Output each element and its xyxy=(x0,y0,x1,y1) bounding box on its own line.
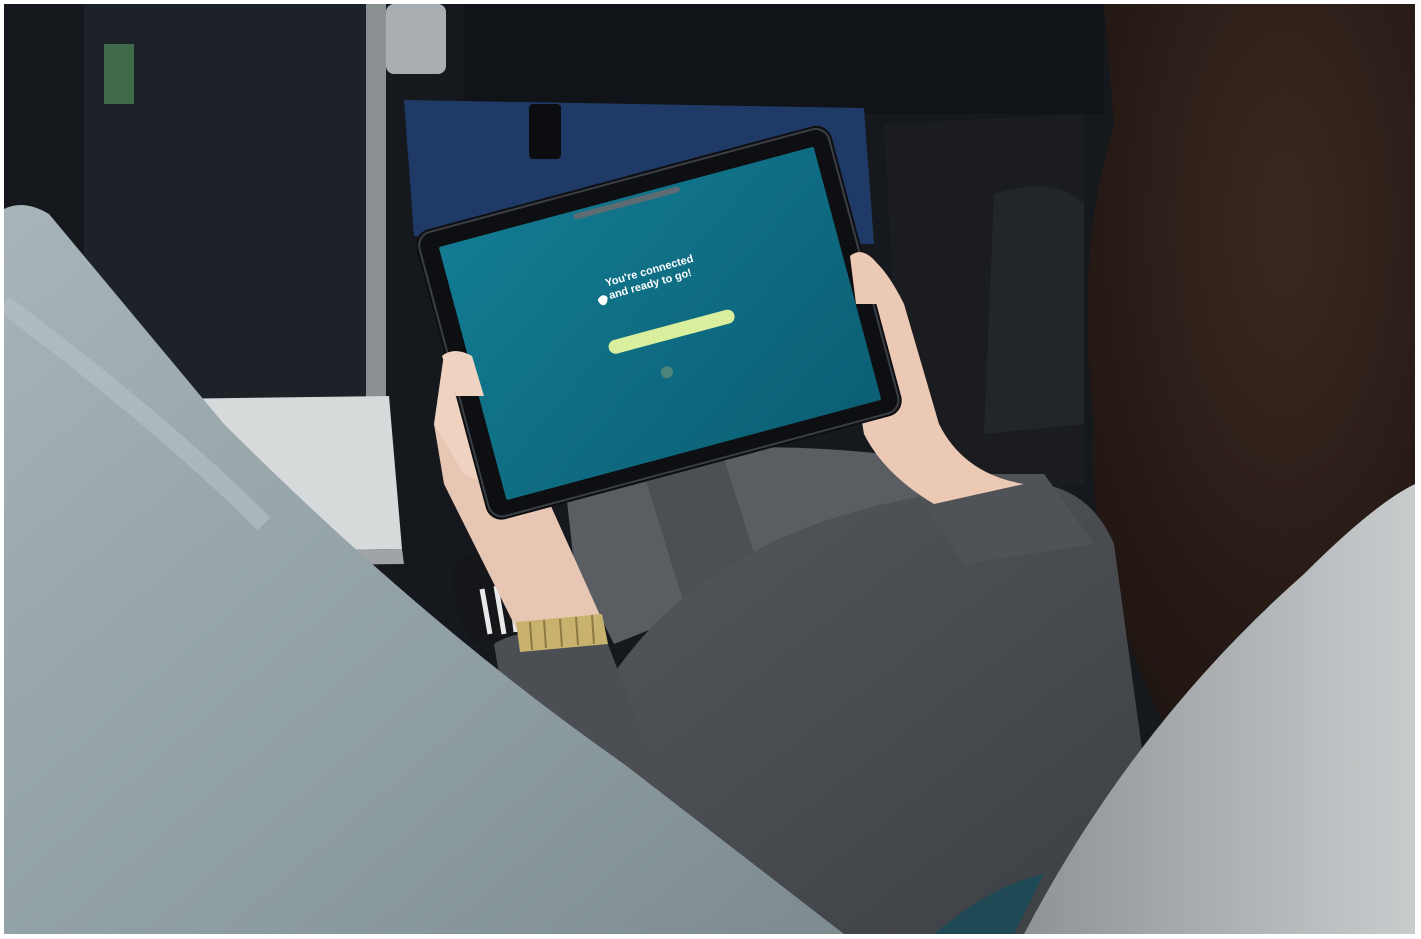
pole-handle xyxy=(386,4,446,74)
green-strip xyxy=(104,44,134,104)
cup xyxy=(529,104,561,159)
cabin-scene xyxy=(4,4,1415,934)
rear-seat-dark xyxy=(464,4,1104,114)
headrest-dark xyxy=(984,186,1084,434)
grab-pole xyxy=(366,4,386,404)
photo-frame: You're connected and ready to go! xyxy=(4,4,1415,934)
